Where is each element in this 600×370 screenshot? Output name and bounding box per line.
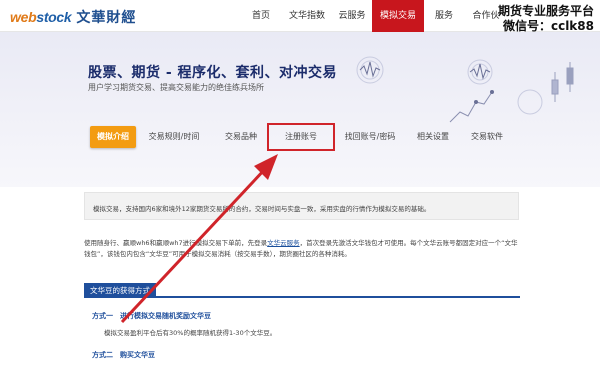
tab-recover-account[interactable]: 找回账号/密码 xyxy=(332,126,408,148)
paragraph-text-before: 使用随身行、赢顺wh6和赢顺wh7进行模拟交易下单前，先登录 xyxy=(84,239,268,247)
cloud-service-link[interactable]: 文华云服务 xyxy=(267,239,300,247)
nav-home[interactable]: 首页 xyxy=(240,0,282,32)
nav-simulated-trading[interactable]: 模拟交易 xyxy=(372,0,424,32)
tab-rules-time[interactable]: 交易规则/时间 xyxy=(136,126,212,148)
banner-title: 股票、期货 - 程序化、套利、对冲交易 xyxy=(88,65,338,81)
logo-web: web xyxy=(10,9,37,25)
tab-intro[interactable]: 模拟介绍 xyxy=(90,126,136,148)
nav-cloud-service[interactable]: 云服务 xyxy=(332,0,372,32)
banner-subtitle: 用户学习期货交易、提高交易能力的绝佳练兵场所 xyxy=(88,83,264,92)
logo-english: webstock xyxy=(10,9,72,25)
watermark: 期货专业服务平台 微信号：cclk88 xyxy=(498,4,594,34)
tab-software[interactable]: 交易软件 xyxy=(458,126,516,148)
tab-settings[interactable]: 相关设置 xyxy=(408,126,458,148)
method2-title: 方式二 购买文华豆 xyxy=(92,351,155,359)
method1-text: 模拟交易盈利平仓后有30%的概率随机获得1-30个文华豆。 xyxy=(104,329,277,337)
section-header: 文华豆的获得方式 xyxy=(84,283,520,298)
sub-tabs: 模拟介绍 交易规则/时间 交易品种 注册账号 找回账号/密码 相关设置 交易软件 xyxy=(90,123,516,151)
tab-instruments[interactable]: 交易品种 xyxy=(212,126,270,148)
logo-stock: stock xyxy=(36,9,72,25)
intro-paragraph: 使用随身行、赢顺wh6和赢顺wh7进行模拟交易下单前，先登录文华云服务，首次登录… xyxy=(84,238,520,260)
watermark-line1: 期货专业服务平台 xyxy=(497,4,594,18)
logo-chinese: 文華財經 xyxy=(76,10,137,26)
site-logo[interactable]: webstock 文華財經 xyxy=(10,7,136,27)
method1-title: 方式一 进行模拟交易随机奖励文华豆 xyxy=(92,312,211,320)
tab-register-account[interactable]: 注册账号 xyxy=(267,123,335,151)
intro-box: 模拟交易，支持国内6家和境外12家期货交易所的合约，交易时间与实盘一致，采用实盘… xyxy=(84,192,519,220)
section-title: 文华豆的获得方式 xyxy=(84,283,156,298)
main-nav: 首页 文华指数 云服务 模拟交易 服务 合作伙 xyxy=(240,0,508,32)
hero-banner: 股票、期货 - 程序化、套利、对冲交易 用户学习期货交易、提高交易能力的绝佳练兵… xyxy=(0,32,600,187)
nav-service[interactable]: 服务 xyxy=(424,0,464,32)
nav-wenhua-index[interactable]: 文华指数 xyxy=(282,0,332,32)
